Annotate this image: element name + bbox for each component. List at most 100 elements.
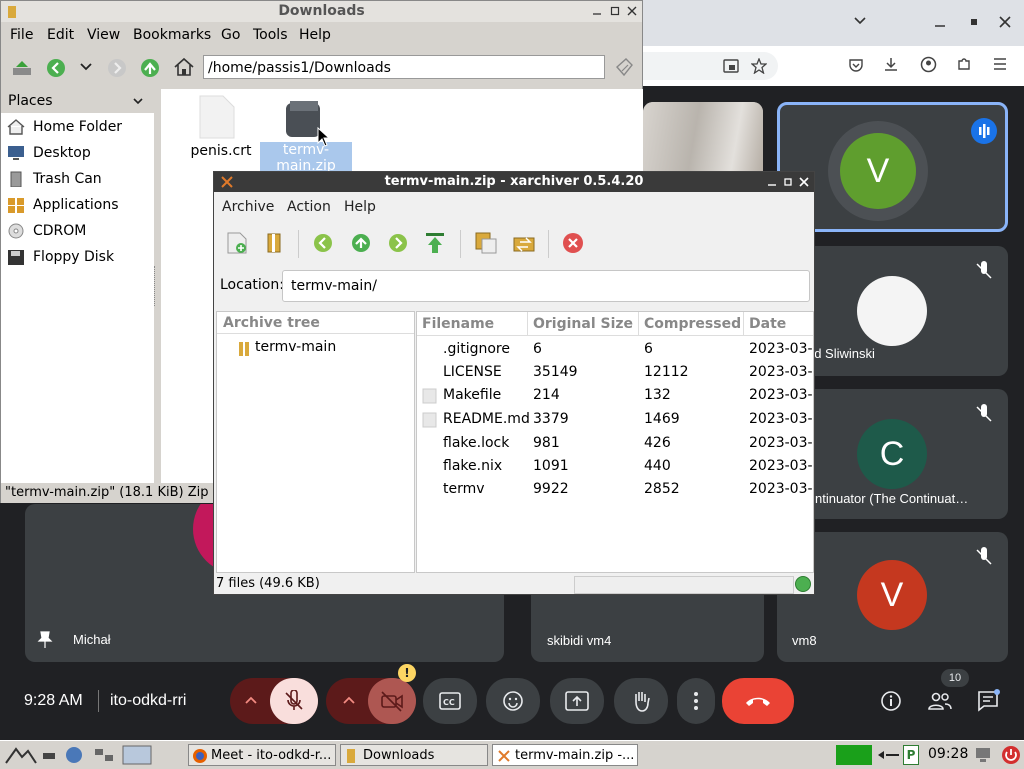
table-row[interactable]: flake.nix 1091 440 2023-03-2	[417, 455, 813, 478]
chevron-up-icon[interactable]	[244, 694, 258, 706]
up-icon[interactable]	[350, 232, 372, 254]
menu-tools[interactable]: Tools	[253, 27, 288, 43]
column-header-original-size[interactable]: Original Size	[528, 312, 639, 336]
back-icon[interactable]	[45, 57, 67, 79]
pin-icon[interactable]	[37, 631, 53, 649]
task-downloads[interactable]: Downloads	[340, 744, 488, 766]
mic-toggle-button[interactable]	[270, 678, 318, 724]
camera-control-group: !	[326, 664, 416, 724]
menu-action[interactable]: Action	[287, 199, 331, 215]
lock-screen-icon[interactable]	[974, 746, 992, 764]
place-cdrom[interactable]: CDROM	[7, 220, 152, 242]
place-trash-can[interactable]: Trash Can	[7, 168, 152, 190]
file-manager-icon[interactable]	[64, 746, 84, 764]
minimize-icon[interactable]	[933, 15, 947, 29]
menu-help[interactable]: Help	[344, 199, 376, 215]
chevron-down-icon[interactable]	[132, 97, 144, 106]
table-row[interactable]: flake.lock 981 426 2023-03-2	[417, 432, 813, 455]
place-desktop[interactable]: Desktop	[7, 142, 152, 164]
path-field[interactable]: /home/passis1/Downloads	[203, 55, 605, 79]
menu-file[interactable]: File	[10, 27, 33, 43]
add-files-icon[interactable]	[512, 232, 536, 254]
tree-item[interactable]: termv-main	[237, 339, 407, 359]
place-home-folder[interactable]: Home Folder	[7, 116, 152, 138]
menu-icon[interactable]	[992, 57, 1008, 71]
info-icon[interactable]	[880, 690, 902, 712]
table-row[interactable]: .gitignore 6 6 2023-03-2	[417, 338, 813, 361]
close-icon[interactable]	[626, 5, 638, 17]
pocket-icon[interactable]	[848, 57, 864, 73]
menu-bookmarks[interactable]: Bookmarks	[133, 27, 211, 43]
stop-icon[interactable]	[562, 232, 584, 254]
show-desktop-icon[interactable]	[42, 749, 56, 761]
maximize-icon[interactable]	[609, 5, 621, 17]
people-icon[interactable]	[927, 690, 953, 712]
toolbar-separator	[298, 230, 299, 258]
captions-button[interactable]: CC	[423, 678, 477, 724]
clear-path-icon[interactable]	[614, 57, 634, 79]
extensions-icon[interactable]	[956, 56, 972, 72]
menu-go[interactable]: Go	[221, 27, 240, 43]
close-icon[interactable]	[998, 15, 1012, 29]
minimize-icon[interactable]	[766, 176, 778, 188]
present-button[interactable]	[550, 678, 604, 724]
power-icon[interactable]	[1001, 745, 1021, 765]
places-header[interactable]: Places	[1, 89, 154, 113]
go-home-icon[interactable]	[424, 231, 446, 255]
place-floppy-disk[interactable]: Floppy Disk	[7, 246, 152, 268]
address-bar[interactable]	[643, 52, 778, 80]
column-header-compressed[interactable]: Compressed	[639, 312, 744, 336]
chat-icon[interactable]	[977, 689, 1001, 713]
chevron-down-icon[interactable]	[79, 62, 93, 72]
end-call-button[interactable]	[722, 678, 794, 724]
volume-slider-icon[interactable]	[876, 749, 900, 761]
start-menu-icon[interactable]	[4, 745, 38, 765]
task-meet[interactable]: Meet - ito-odkd-r...	[188, 744, 336, 766]
star-icon[interactable]	[751, 58, 767, 74]
up-icon[interactable]	[139, 57, 161, 79]
forward-icon[interactable]	[387, 232, 409, 254]
account-icon[interactable]	[920, 56, 937, 73]
table-row[interactable]: Makefile 214 132 2023-03-2	[417, 384, 813, 407]
new-archive-icon[interactable]	[226, 232, 248, 254]
back-icon[interactable]	[312, 232, 334, 254]
table-row[interactable]: README.md 3379 1469 2023-03-2	[417, 408, 813, 431]
maximize-icon[interactable]	[967, 15, 981, 29]
open-archive-icon[interactable]	[262, 232, 284, 254]
close-icon[interactable]	[798, 176, 810, 188]
file-item-selected[interactable]: termv-main.zip	[260, 95, 352, 176]
cell-filename: termv	[443, 481, 485, 497]
more-options-button[interactable]	[677, 678, 715, 724]
chevron-down-icon[interactable]	[853, 14, 867, 28]
workspace-icon[interactable]	[122, 745, 152, 765]
minimize-icon[interactable]	[591, 5, 603, 17]
column-header-date[interactable]: Date	[744, 312, 813, 336]
menu-view[interactable]: View	[87, 27, 120, 43]
download-icon[interactable]	[883, 56, 899, 72]
chevron-up-icon[interactable]	[342, 694, 356, 706]
forward-icon[interactable]	[106, 57, 128, 79]
maximize-icon[interactable]	[782, 176, 794, 188]
clock: 09:28	[928, 746, 969, 762]
menu-help[interactable]: Help	[299, 27, 331, 43]
extract-icon[interactable]	[474, 231, 498, 255]
place-applications[interactable]: Applications	[7, 194, 152, 216]
raise-hand-button[interactable]	[614, 678, 668, 724]
menu-archive[interactable]: Archive	[222, 199, 274, 215]
table-row[interactable]: termv 9922 2852 2023-03-2	[417, 478, 813, 501]
home-icon[interactable]	[173, 57, 195, 77]
location-field[interactable]: termv-main/	[282, 270, 810, 302]
pane-splitter[interactable]	[154, 266, 159, 306]
floppy-icon	[8, 250, 24, 265]
menu-edit[interactable]: Edit	[47, 27, 74, 43]
status-bar: 7 files (49.6 KB)	[214, 574, 814, 594]
tray-app-icon[interactable]: P	[903, 745, 919, 765]
column-header-filename[interactable]: Filename	[417, 312, 528, 336]
workspace-switcher-icon[interactable]	[94, 747, 114, 763]
file-item[interactable]: penis.crt	[171, 95, 251, 165]
task-xarchiver[interactable]: termv-main.zip -...	[492, 744, 638, 766]
table-row[interactable]: LICENSE 35149 12112 2023-03-2	[417, 361, 813, 384]
go-up-folder-icon[interactable]	[11, 59, 33, 77]
screen-share-icon[interactable]	[723, 59, 739, 73]
reactions-button[interactable]	[486, 678, 540, 724]
